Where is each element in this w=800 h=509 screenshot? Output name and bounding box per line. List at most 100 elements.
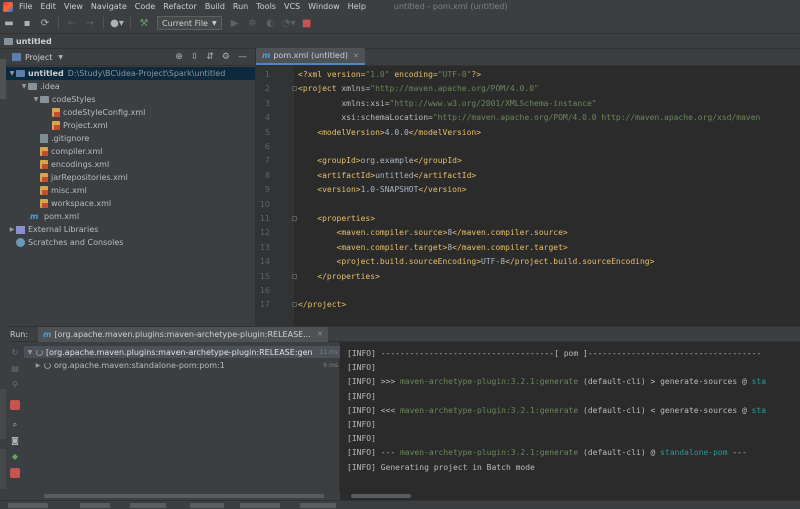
run-tree-scrollbar[interactable]: [24, 492, 340, 500]
tree-item-jarrepositories-xml[interactable]: jarRepositories.xml: [6, 171, 255, 184]
scrollbar-thumb[interactable]: [44, 494, 324, 498]
toggle-view-icon[interactable]: ▤: [10, 364, 20, 374]
user-icon[interactable]: ●▾: [110, 16, 124, 30]
run-configuration-select[interactable]: Current File ▼: [157, 16, 222, 30]
console-token: [INFO] ---: [347, 448, 400, 458]
tree-item-scratches[interactable]: Scratches and Consoles: [6, 236, 255, 249]
chevron-down-icon[interactable]: ▼: [20, 83, 28, 90]
run-console-output[interactable]: [INFO] ---------------------------------…: [341, 342, 800, 500]
tool-window-button[interactable]: [80, 503, 110, 508]
sync-icon[interactable]: ⟳: [38, 16, 52, 30]
progress-spinner-icon: [36, 348, 43, 356]
line-number: 5: [264, 127, 270, 137]
chevron-right-icon[interactable]: ▶: [8, 226, 16, 233]
xml-file-icon: [40, 147, 48, 156]
tree-item-compiler-xml[interactable]: compiler.xml: [6, 145, 255, 158]
fold-marker-icon[interactable]: [292, 216, 297, 221]
run-tab-maven-archetype[interactable]: m [org.apache.maven.plugins:maven-archet…: [38, 326, 328, 342]
run-tree-item[interactable]: ▼ [org.apache.maven.plugins:maven-archet…: [24, 346, 340, 358]
tree-item-workspace-xml[interactable]: workspace.xml: [6, 197, 255, 210]
search-icon[interactable]: ⌕: [10, 420, 20, 430]
line-number: 14: [259, 257, 270, 267]
tree-item-codestyleconfig[interactable]: codeStyleConfig.xml: [6, 106, 255, 119]
forward-arrow-icon[interactable]: →: [83, 16, 97, 30]
menu-code[interactable]: Code: [135, 2, 155, 11]
maven-icon: m: [43, 329, 52, 339]
pin-icon[interactable]: ⚲: [10, 380, 20, 390]
back-arrow-icon[interactable]: ←: [65, 16, 79, 30]
chevron-down-icon[interactable]: ▼: [8, 70, 16, 77]
tree-item-project-xml[interactable]: Project.xml: [6, 119, 255, 132]
close-tab-icon[interactable]: ✕: [353, 52, 359, 60]
locate-file-icon[interactable]: ⊕: [175, 52, 183, 62]
menu-build[interactable]: Build: [205, 2, 225, 11]
menu-refactor[interactable]: Refactor: [163, 2, 197, 11]
collapse-all-icon[interactable]: ⇵: [206, 52, 214, 62]
menu-edit[interactable]: Edit: [40, 2, 56, 11]
console-scrollbar[interactable]: [341, 492, 800, 500]
run-icon[interactable]: ▶: [228, 16, 242, 30]
tree-item-untitled[interactable]: ▼ untitled D:\Study\BC\idea-Project\Spar…: [6, 67, 255, 80]
coverage-icon[interactable]: ◐: [264, 16, 278, 30]
chevron-down-icon[interactable]: ▼: [58, 54, 63, 61]
tree-item-codestyles[interactable]: ▼ codeStyles: [6, 93, 255, 106]
stop-icon[interactable]: [10, 400, 20, 410]
code-token: <maven.compiler.source>: [298, 228, 448, 238]
close-tab-icon[interactable]: ✕: [317, 330, 323, 338]
console-token: ------------------------------------[ po…: [380, 349, 762, 358]
console-token: maven-archetype-plugin:3.2.1:generate: [399, 377, 579, 387]
tree-item-pom-xml[interactable]: m pom.xml: [6, 210, 255, 223]
save-all-icon[interactable]: ▪: [20, 16, 34, 30]
tool-window-button[interactable]: [130, 503, 166, 508]
build-hammer-icon[interactable]: ⚒: [137, 16, 151, 30]
console-token: [INFO] Generating project in Batch mode: [347, 462, 535, 472]
scrollbar-thumb[interactable]: [351, 494, 411, 498]
code-token: </maven.compiler.target>: [452, 242, 568, 252]
hide-panel-icon[interactable]: —: [238, 52, 247, 62]
chevron-down-icon[interactable]: ▼: [32, 96, 40, 103]
tree-item-idea[interactable]: ▼ .idea: [6, 80, 255, 93]
export-icon[interactable]: ◆: [10, 452, 20, 462]
stop-icon[interactable]: ■: [300, 16, 314, 30]
profile-icon[interactable]: ◔▾: [282, 16, 296, 30]
tree-item-misc-xml[interactable]: misc.xml: [6, 184, 255, 197]
run-tree-item[interactable]: ▶ org.apache.maven:standalone-pom:pom:1 …: [24, 359, 340, 371]
menu-view[interactable]: View: [64, 2, 83, 11]
project-view-label[interactable]: Project: [25, 53, 52, 62]
tree-item-label: misc.xml: [51, 186, 87, 195]
code-line: </properties>: [298, 270, 380, 284]
menu-vcs[interactable]: VCS: [284, 2, 300, 11]
menu-window[interactable]: Window: [308, 2, 340, 11]
menu-navigate[interactable]: Navigate: [91, 2, 127, 11]
tool-window-button[interactable]: [8, 503, 48, 508]
code-line: <?xml version="1.0" encoding="UTF-8"?>: [298, 68, 481, 82]
tree-item-gitignore[interactable]: .gitignore: [6, 132, 255, 145]
console-token: ---: [727, 448, 747, 458]
expand-all-icon[interactable]: ⇳: [191, 52, 199, 62]
rerun-icon[interactable]: ↻: [10, 348, 20, 358]
tool-window-button[interactable]: [240, 503, 280, 508]
menu-file[interactable]: File: [19, 2, 32, 11]
chevron-down-icon[interactable]: ▼: [24, 349, 36, 356]
fold-marker-icon[interactable]: [292, 302, 297, 308]
code-editor[interactable]: <?xml version="1.0" encoding="UTF-8"?> <p…: [294, 66, 800, 326]
tree-item-external-libraries[interactable]: ▶ External Libraries: [6, 223, 255, 236]
debug-icon[interactable]: ✲: [246, 16, 260, 30]
menu-tools[interactable]: Tools: [256, 2, 276, 11]
settings-gear-icon[interactable]: ⚙: [222, 52, 230, 62]
menu-help[interactable]: Help: [348, 2, 366, 11]
tree-item-encodings-xml[interactable]: encodings.xml: [6, 158, 255, 171]
editor-tab-pom-xml[interactable]: m pom.xml (untitled) ✕: [256, 48, 365, 65]
code-token: </modelVersion>: [408, 127, 482, 137]
code-token: "http://maven.apache.org/POM/4.0.0 http:…: [432, 113, 761, 123]
fold-marker-icon[interactable]: [292, 273, 297, 279]
tool-window-button[interactable]: [190, 503, 224, 508]
tool-window-button[interactable]: [300, 503, 336, 508]
open-folder-icon[interactable]: ▬: [2, 16, 16, 30]
breadcrumb-project[interactable]: untitled: [16, 37, 52, 46]
camera-icon[interactable]: ◙: [10, 436, 20, 446]
menu-run[interactable]: Run: [233, 2, 248, 11]
fold-marker-icon[interactable]: [292, 86, 297, 92]
chevron-right-icon[interactable]: ▶: [32, 362, 44, 369]
delete-icon[interactable]: [10, 468, 20, 478]
